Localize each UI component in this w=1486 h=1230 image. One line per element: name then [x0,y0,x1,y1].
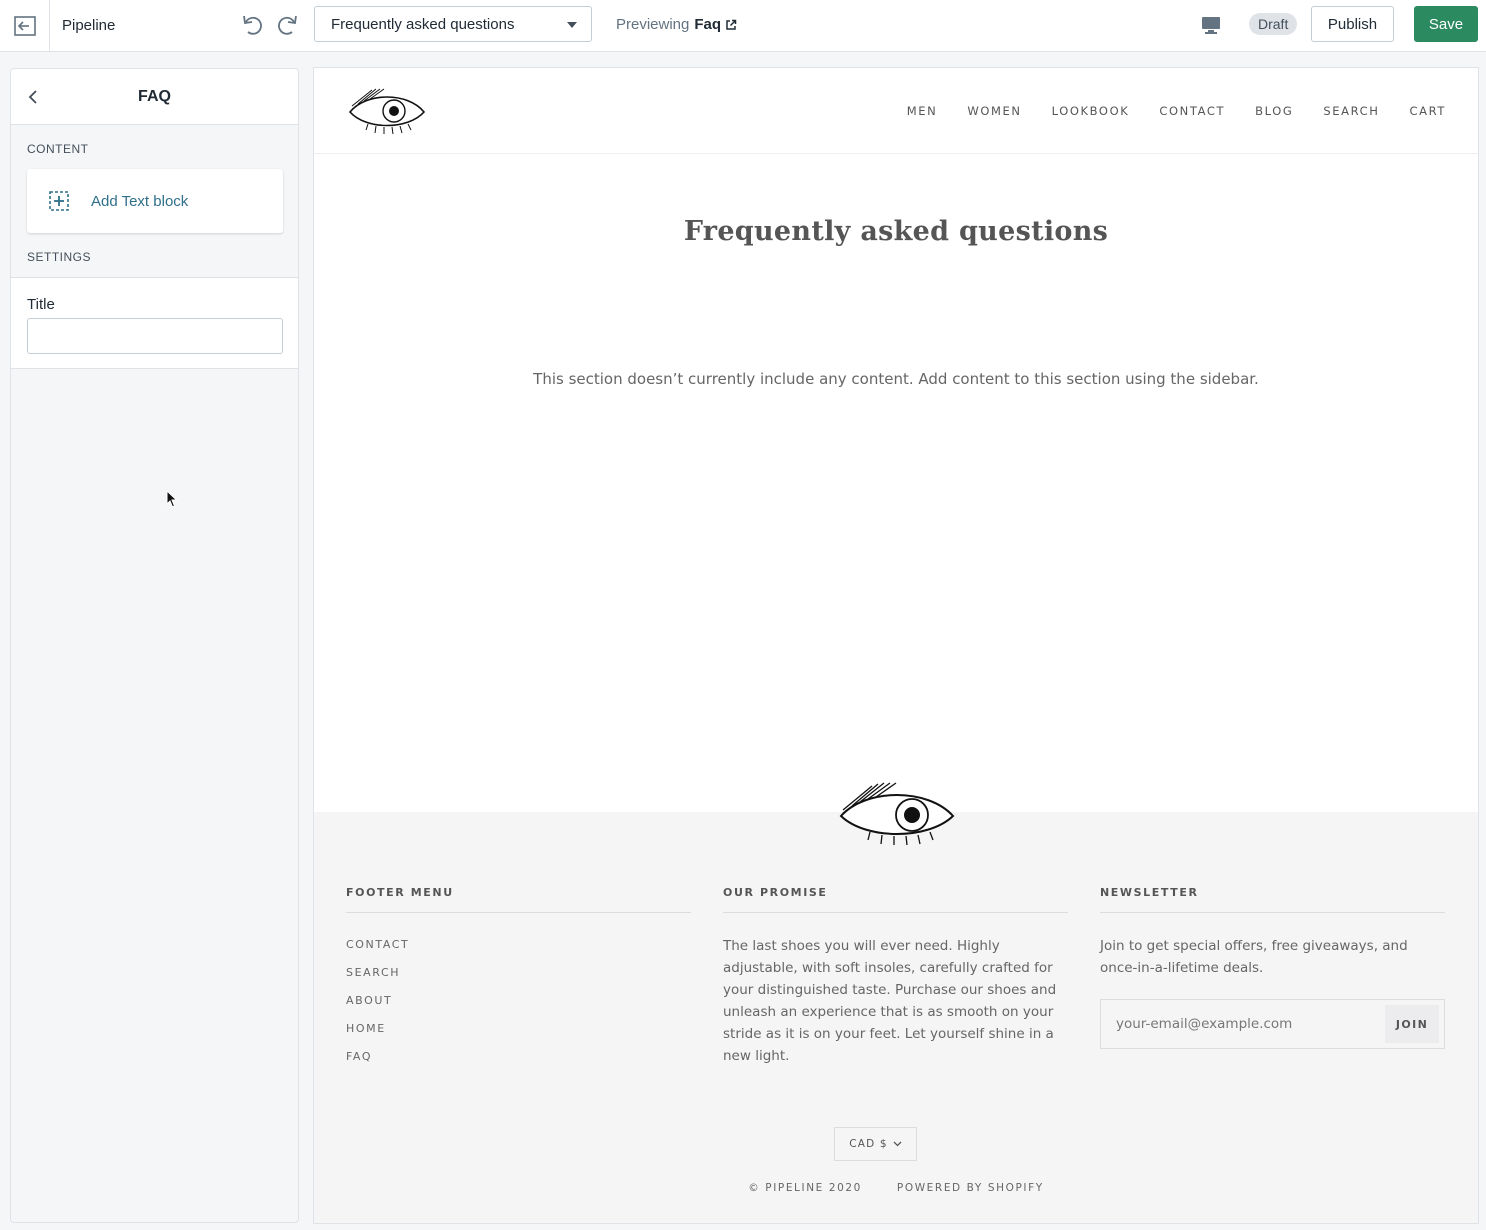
newsletter-form: JOIN [1100,999,1445,1049]
nav-link-search[interactable]: SEARCH [1323,104,1379,118]
sidebar-title: FAQ [138,88,171,105]
nav-link-blog[interactable]: BLOG [1255,104,1293,118]
template-select-value: Frequently asked questions [331,15,515,33]
copyright-text: © PIPELINE 2020 [748,1182,862,1194]
newsletter-join-button[interactable]: JOIN [1385,1005,1439,1043]
external-link-icon [726,19,737,30]
footer-link-about[interactable]: ABOUT [346,987,691,1015]
footer-menu-title: FOOTER MENU [346,886,691,913]
footer-menu-column: FOOTER MENU CONTACT SEARCH ABOUT HOME FA… [346,886,691,1071]
publish-button[interactable]: Publish [1311,6,1394,42]
footer-link-home[interactable]: HOME [346,1015,691,1043]
content-section-label: CONTENT [27,142,89,156]
sidebar-header: FAQ [11,69,298,125]
newsletter-column: NEWSLETTER Join to get special offers, f… [1100,886,1445,1049]
device-toggle-button[interactable] [1198,12,1224,38]
undo-button[interactable] [238,11,266,39]
newsletter-email-input[interactable] [1101,1000,1381,1048]
add-block-label: Add Text block [91,192,189,210]
nav-link-lookbook[interactable]: LOOKBOOK [1052,104,1130,118]
storefront-preview: MEN WOMEN LOOKBOOK CONTACT BLOG SEARCH C… [313,67,1479,1224]
main-navigation: MEN WOMEN LOOKBOOK CONTACT BLOG SEARCH C… [907,104,1446,118]
footer-link-faq[interactable]: FAQ [346,1043,691,1071]
footer-link-contact[interactable]: CONTACT [346,931,691,959]
redo-icon [278,15,297,35]
footer-eye-logo-icon [839,782,955,846]
exit-editor-button[interactable] [0,0,50,52]
desktop-icon [1202,17,1220,34]
template-select[interactable]: Frequently asked questions [314,6,592,42]
page-title: Frequently asked questions [683,216,1109,247]
exit-icon [13,16,36,36]
site-header: MEN WOMEN LOOKBOOK CONTACT BLOG SEARCH C… [314,68,1478,154]
previewing-link[interactable]: Previewing Faq [616,16,737,33]
our-promise-text: The last shoes you will ever need. Highl… [723,938,1057,1064]
title-input[interactable] [27,318,283,354]
nav-link-men[interactable]: MEN [907,104,938,118]
footer-menu-links: CONTACT SEARCH ABOUT HOME FAQ [346,931,691,1071]
previewing-label: Previewing [616,16,690,33]
nav-link-contact[interactable]: CONTACT [1159,104,1225,118]
empty-section-note: This section doesn’t currently include a… [533,370,1259,388]
editor-topbar: Pipeline Frequently asked questions Prev… [0,0,1486,52]
nav-link-women[interactable]: WOMEN [967,104,1021,118]
powered-by-link[interactable]: POWERED BY SHOPIFY [897,1182,1044,1194]
currency-select[interactable]: CAD $ [834,1127,917,1161]
add-text-block-button[interactable]: Add Text block [27,169,283,233]
site-footer: FOOTER MENU CONTACT SEARCH ABOUT HOME FA… [314,782,1478,1223]
redo-button[interactable] [274,11,302,39]
newsletter-text: Join to get special offers, free giveawa… [1100,938,1408,976]
our-promise-title: OUR PROMISE [723,886,1068,913]
currency-value: CAD $ [849,1138,888,1150]
settings-section-label: SETTINGS [27,250,92,264]
our-promise-column: OUR PROMISE The last shoes you will ever… [723,886,1068,1067]
title-field-label: Title [27,296,55,313]
add-block-icon [49,191,69,211]
mouse-cursor-icon [166,490,178,508]
undo-icon [243,15,262,35]
footer-link-search[interactable]: SEARCH [346,959,691,987]
save-button[interactable]: Save [1414,6,1478,42]
previewing-page: Faq [694,16,722,33]
newsletter-title: NEWSLETTER [1100,886,1445,913]
footer-copyright: © PIPELINE 2020 POWERED BY SHOPIFY [314,1182,1478,1194]
chevron-down-icon [893,1141,902,1147]
section-settings-sidebar: FAQ CONTENT Add Text block SETTINGS Titl… [10,68,299,1223]
caret-down-icon [567,22,577,28]
nav-link-cart[interactable]: CART [1410,104,1446,118]
eye-logo-icon[interactable] [346,86,428,136]
status-badge: Draft [1249,13,1298,35]
settings-card: Title [11,277,298,369]
store-name: Pipeline [62,17,116,34]
